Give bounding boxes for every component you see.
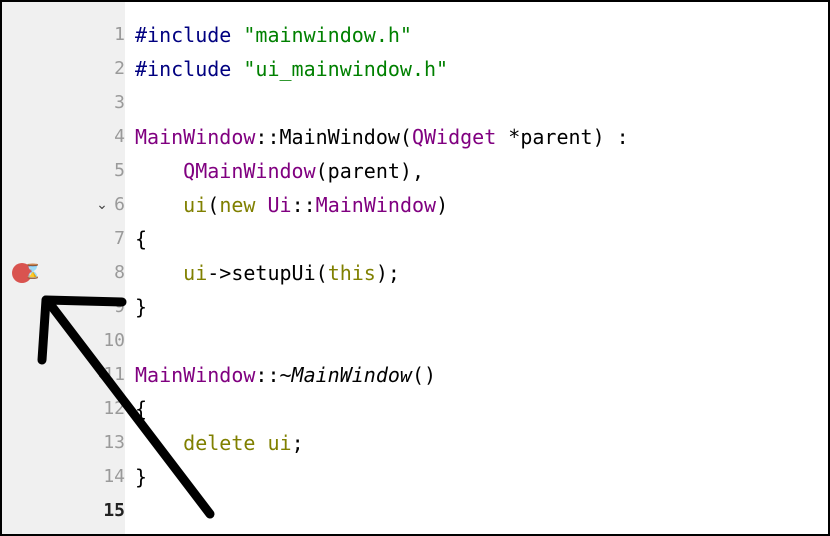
code-editor[interactable]: 1 #include "mainwindow.h" 2 #include "ui_ma… bbox=[0, 0, 830, 536]
arrow-icon bbox=[37, 295, 215, 519]
